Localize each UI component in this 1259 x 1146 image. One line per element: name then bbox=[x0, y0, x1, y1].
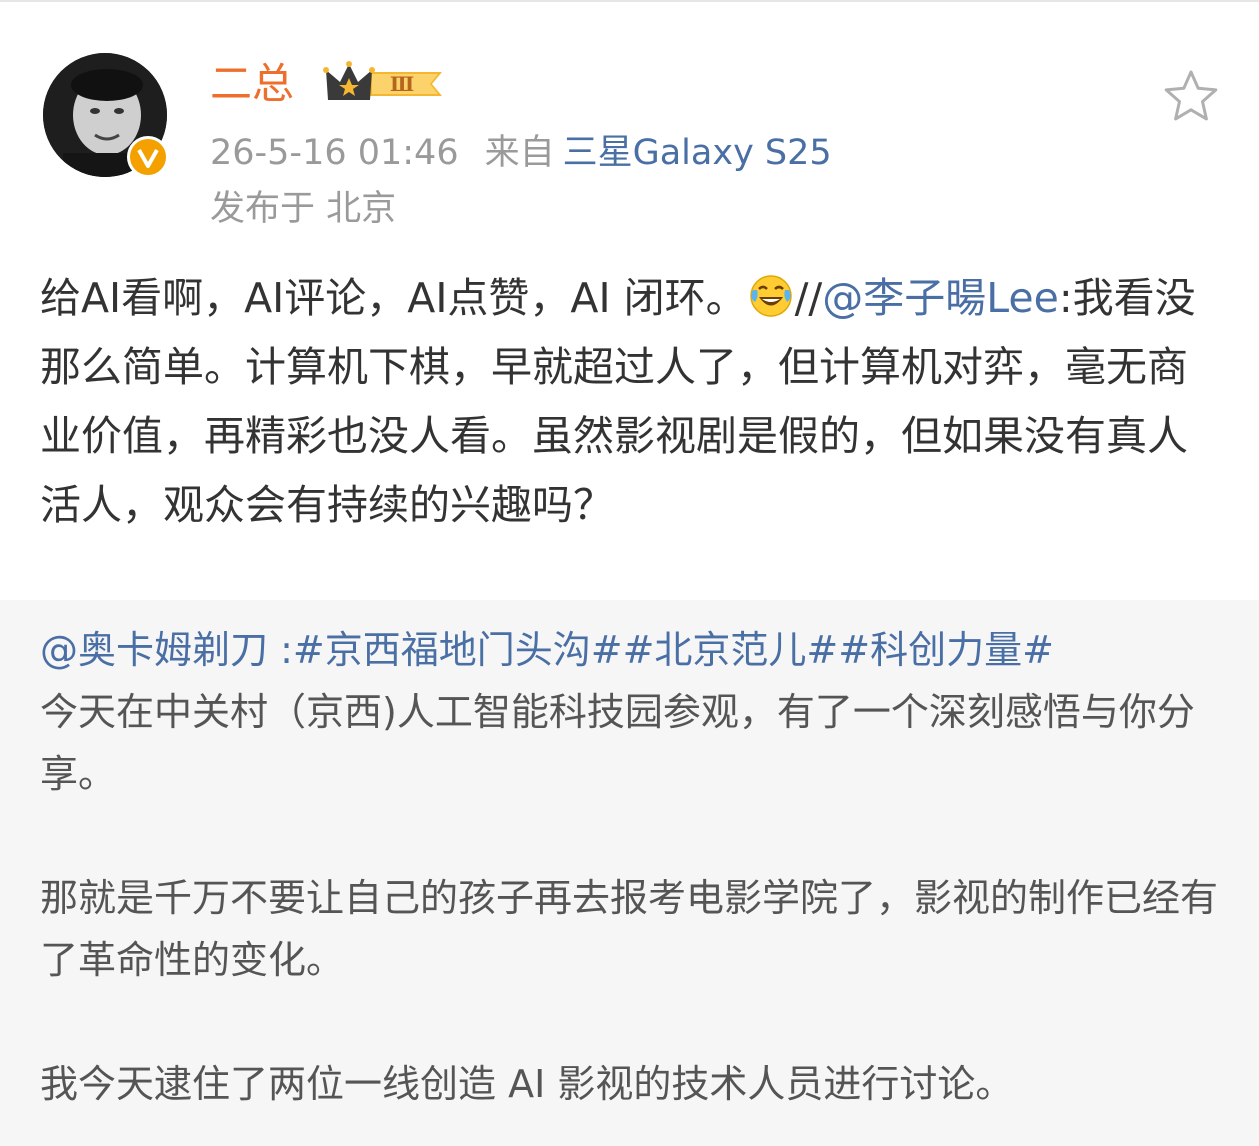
post-body: 给AI看啊，AI评论，AI点赞，AI 闭环。 //@李子暘Lee:我看没那么简单… bbox=[40, 264, 1225, 540]
repost-paragraph-3: 我今天逮住了两位一线创造 AI 影视的技术人员进行讨论。 bbox=[40, 1062, 1014, 1106]
laughing-tears-emoji-icon bbox=[749, 270, 793, 317]
reposted-status[interactable]: @奥卡姆剃刀 :#京西福地门头沟##北京范儿##科创力量# 今天在中关村（京西)人… bbox=[0, 600, 1259, 1146]
repost-separator: : bbox=[268, 628, 293, 672]
repost-author-link[interactable]: @奥卡姆剃刀 bbox=[40, 628, 268, 672]
mention-link[interactable]: @李子暘Lee bbox=[822, 274, 1059, 322]
crown-level-icon[interactable]: Ⅲ bbox=[322, 60, 448, 108]
repost-body: @奥卡姆剃刀 :#京西福地门头沟##北京范儿##科创力量# 今天在中关村（京西)人… bbox=[40, 619, 1225, 1115]
hashtag-link[interactable]: #北京范儿# bbox=[623, 628, 839, 672]
post-location: 发布于 北京 bbox=[210, 189, 397, 229]
device-link[interactable]: 三星Galaxy S25 bbox=[563, 133, 832, 173]
post-text-1: 给AI看啊，AI评论，AI点赞，AI 闭环。 bbox=[40, 274, 747, 322]
favorite-star-icon[interactable] bbox=[1160, 66, 1222, 128]
username[interactable]: 二总 bbox=[210, 56, 294, 112]
hashtag-link[interactable]: #科创力量# bbox=[838, 628, 1054, 672]
source-label: 来自 bbox=[484, 133, 555, 173]
post-text-2: // bbox=[794, 274, 823, 322]
verified-icon bbox=[127, 136, 169, 178]
level-badge-text: Ⅲ bbox=[390, 72, 414, 96]
post-meta: 26-5-16 01:46 来自 三星Galaxy S25 bbox=[210, 128, 832, 178]
hashtag-link[interactable]: #京西福地门头沟# bbox=[293, 628, 623, 672]
repost-paragraph-2: 那就是千万不要让自己的孩子再去报考电影学院了，影视的制作已经有了革命性的变化。 bbox=[40, 876, 1219, 982]
top-divider bbox=[0, 0, 1259, 2]
repost-paragraph-1: 今天在中关村（京西)人工智能科技园参观，有了一个深刻感悟与你分享。 bbox=[40, 690, 1195, 796]
post-time: 26-5-16 01:46 bbox=[210, 133, 459, 173]
